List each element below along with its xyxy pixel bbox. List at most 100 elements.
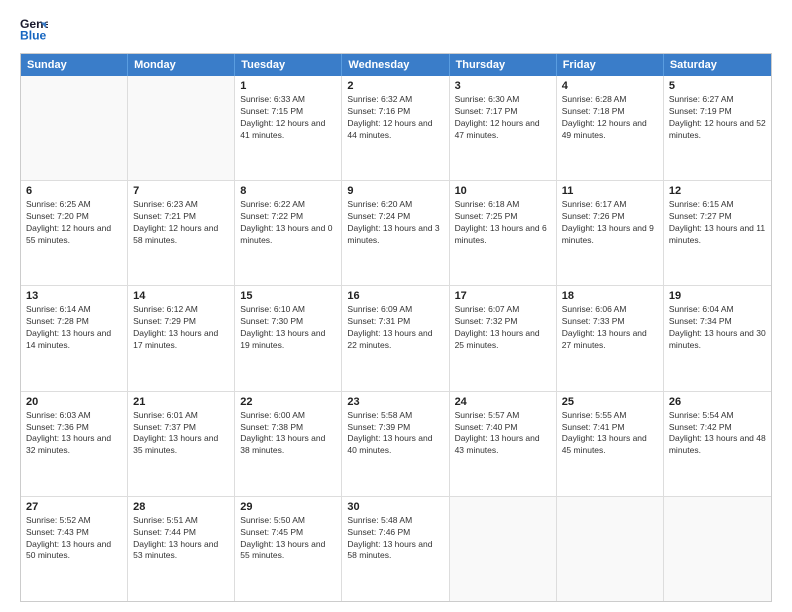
day-info: Sunrise: 5:48 AM Sunset: 7:46 PM Dayligh…: [347, 515, 443, 563]
calendar-cell: 28 Sunrise: 5:51 AM Sunset: 7:44 PM Dayli…: [128, 497, 235, 601]
day-header-wednesday: Wednesday: [342, 54, 449, 76]
day-header-tuesday: Tuesday: [235, 54, 342, 76]
calendar-cell: 25 Sunrise: 5:55 AM Sunset: 7:41 PM Dayli…: [557, 392, 664, 496]
calendar-row-2: 6 Sunrise: 6:25 AM Sunset: 7:20 PM Daylig…: [21, 181, 771, 286]
day-info: Sunrise: 6:28 AM Sunset: 7:18 PM Dayligh…: [562, 94, 658, 142]
calendar-cell: 9Sunrise: 6:20 AM Sunset: 7:24 PM Daylig…: [342, 181, 449, 285]
day-number: 11: [562, 185, 658, 197]
calendar-cell: 20 Sunrise: 6:03 AM Sunset: 7:36 PM Dayli…: [21, 392, 128, 496]
day-number: 8: [240, 185, 336, 197]
day-info: Sunrise: 5:57 AM Sunset: 7:40 PM Dayligh…: [455, 410, 551, 458]
calendar-row-5: 27Sunrise: 5:52 AM Sunset: 7:43 PM Dayli…: [21, 497, 771, 601]
calendar-cell: 7 Sunrise: 6:23 AM Sunset: 7:21 PM Daylig…: [128, 181, 235, 285]
day-info: Sunrise: 6:25 AM Sunset: 7:20 PM Dayligh…: [26, 199, 122, 247]
day-info: Sunrise: 6:23 AM Sunset: 7:21 PM Dayligh…: [133, 199, 229, 247]
calendar-cell: 13 Sunrise: 6:14 AM Sunset: 7:28 PM Dayli…: [21, 286, 128, 390]
day-info: Sunrise: 6:32 AM Sunset: 7:16 PM Dayligh…: [347, 94, 443, 142]
calendar-cell: 27Sunrise: 5:52 AM Sunset: 7:43 PM Dayli…: [21, 497, 128, 601]
calendar-header: SundayMondayTuesdayWednesdayThursdayFrid…: [21, 54, 771, 76]
day-number: 26: [669, 396, 766, 408]
calendar-cell: 30 Sunrise: 5:48 AM Sunset: 7:46 PM Dayli…: [342, 497, 449, 601]
day-number: 6: [26, 185, 122, 197]
calendar-cell: 6 Sunrise: 6:25 AM Sunset: 7:20 PM Daylig…: [21, 181, 128, 285]
calendar-cell: 18Sunrise: 6:06 AM Sunset: 7:33 PM Dayli…: [557, 286, 664, 390]
day-number: 17: [455, 290, 551, 302]
calendar-cell: 16 Sunrise: 6:09 AM Sunset: 7:31 PM Dayli…: [342, 286, 449, 390]
day-number: 14: [133, 290, 229, 302]
calendar-cell: 21Sunrise: 6:01 AM Sunset: 7:37 PM Dayli…: [128, 392, 235, 496]
day-info: Sunrise: 6:17 AM Sunset: 7:26 PM Dayligh…: [562, 199, 658, 247]
calendar-cell: 23 Sunrise: 5:58 AM Sunset: 7:39 PM Dayli…: [342, 392, 449, 496]
svg-text:Blue: Blue: [20, 28, 47, 42]
calendar-cell: 29 Sunrise: 5:50 AM Sunset: 7:45 PM Dayli…: [235, 497, 342, 601]
day-info: Sunrise: 6:10 AM Sunset: 7:30 PM Dayligh…: [240, 304, 336, 352]
day-info: Sunrise: 5:54 AM Sunset: 7:42 PM Dayligh…: [669, 410, 766, 458]
calendar-cell: 24 Sunrise: 5:57 AM Sunset: 7:40 PM Dayli…: [450, 392, 557, 496]
day-number: 16: [347, 290, 443, 302]
calendar-cell: 8 Sunrise: 6:22 AM Sunset: 7:22 PM Daylig…: [235, 181, 342, 285]
calendar-cell: 2 Sunrise: 6:32 AM Sunset: 7:16 PM Daylig…: [342, 76, 449, 180]
day-header-sunday: Sunday: [21, 54, 128, 76]
day-number: 20: [26, 396, 122, 408]
day-number: 10: [455, 185, 551, 197]
day-info: Sunrise: 6:09 AM Sunset: 7:31 PM Dayligh…: [347, 304, 443, 352]
day-number: 4: [562, 80, 658, 92]
day-info: Sunrise: 6:14 AM Sunset: 7:28 PM Dayligh…: [26, 304, 122, 352]
day-number: 24: [455, 396, 551, 408]
day-info: Sunrise: 6:33 AM Sunset: 7:15 PM Dayligh…: [240, 94, 336, 142]
day-number: 30: [347, 501, 443, 513]
day-number: 15: [240, 290, 336, 302]
calendar-cell: [128, 76, 235, 180]
page-container: General Blue SundayMondayTuesdayWednesda…: [0, 0, 792, 612]
calendar-row-4: 20 Sunrise: 6:03 AM Sunset: 7:36 PM Dayli…: [21, 392, 771, 497]
calendar-cell: 14 Sunrise: 6:12 AM Sunset: 7:29 PM Dayli…: [128, 286, 235, 390]
day-info: Sunrise: 5:51 AM Sunset: 7:44 PM Dayligh…: [133, 515, 229, 563]
calendar-cell: 22Sunrise: 6:00 AM Sunset: 7:38 PM Dayli…: [235, 392, 342, 496]
day-number: 1: [240, 80, 336, 92]
day-number: 7: [133, 185, 229, 197]
calendar-cell: 5Sunrise: 6:27 AM Sunset: 7:19 PM Daylig…: [664, 76, 771, 180]
day-info: Sunrise: 6:30 AM Sunset: 7:17 PM Dayligh…: [455, 94, 551, 142]
day-header-monday: Monday: [128, 54, 235, 76]
day-info: Sunrise: 6:03 AM Sunset: 7:36 PM Dayligh…: [26, 410, 122, 458]
calendar-cell: 26 Sunrise: 5:54 AM Sunset: 7:42 PM Dayli…: [664, 392, 771, 496]
calendar-cell: 10 Sunrise: 6:18 AM Sunset: 7:25 PM Dayli…: [450, 181, 557, 285]
day-info: Sunrise: 6:18 AM Sunset: 7:25 PM Dayligh…: [455, 199, 551, 247]
day-info: Sunrise: 5:58 AM Sunset: 7:39 PM Dayligh…: [347, 410, 443, 458]
day-info: Sunrise: 6:04 AM Sunset: 7:34 PM Dayligh…: [669, 304, 766, 352]
day-info: Sunrise: 6:27 AM Sunset: 7:19 PM Dayligh…: [669, 94, 766, 142]
day-info: Sunrise: 6:06 AM Sunset: 7:33 PM Dayligh…: [562, 304, 658, 352]
day-info: Sunrise: 5:50 AM Sunset: 7:45 PM Dayligh…: [240, 515, 336, 563]
day-info: Sunrise: 6:12 AM Sunset: 7:29 PM Dayligh…: [133, 304, 229, 352]
day-info: Sunrise: 6:22 AM Sunset: 7:22 PM Dayligh…: [240, 199, 336, 247]
calendar-cell: 1 Sunrise: 6:33 AM Sunset: 7:15 PM Daylig…: [235, 76, 342, 180]
day-info: Sunrise: 5:55 AM Sunset: 7:41 PM Dayligh…: [562, 410, 658, 458]
day-number: 29: [240, 501, 336, 513]
calendar-cell: [21, 76, 128, 180]
calendar-cell: [557, 497, 664, 601]
calendar-row-3: 13 Sunrise: 6:14 AM Sunset: 7:28 PM Dayli…: [21, 286, 771, 391]
day-info: Sunrise: 6:20 AM Sunset: 7:24 PM Dayligh…: [347, 199, 443, 247]
day-number: 28: [133, 501, 229, 513]
day-number: 19: [669, 290, 766, 302]
day-header-friday: Friday: [557, 54, 664, 76]
day-number: 13: [26, 290, 122, 302]
day-number: 23: [347, 396, 443, 408]
calendar-cell: 17 Sunrise: 6:07 AM Sunset: 7:32 PM Dayli…: [450, 286, 557, 390]
day-number: 3: [455, 80, 551, 92]
calendar-cell: 11 Sunrise: 6:17 AM Sunset: 7:26 PM Dayli…: [557, 181, 664, 285]
day-number: 2: [347, 80, 443, 92]
day-number: 25: [562, 396, 658, 408]
day-number: 12: [669, 185, 766, 197]
calendar-cell: 12Sunrise: 6:15 AM Sunset: 7:27 PM Dayli…: [664, 181, 771, 285]
day-header-saturday: Saturday: [664, 54, 771, 76]
calendar-cell: 3 Sunrise: 6:30 AM Sunset: 7:17 PM Daylig…: [450, 76, 557, 180]
calendar-cell: [664, 497, 771, 601]
day-info: Sunrise: 5:52 AM Sunset: 7:43 PM Dayligh…: [26, 515, 122, 563]
calendar-cell: [450, 497, 557, 601]
calendar-body: 1 Sunrise: 6:33 AM Sunset: 7:15 PM Daylig…: [21, 76, 771, 601]
calendar-cell: 4 Sunrise: 6:28 AM Sunset: 7:18 PM Daylig…: [557, 76, 664, 180]
day-info: Sunrise: 6:01 AM Sunset: 7:37 PM Dayligh…: [133, 410, 229, 458]
day-number: 22: [240, 396, 336, 408]
day-info: Sunrise: 6:07 AM Sunset: 7:32 PM Dayligh…: [455, 304, 551, 352]
